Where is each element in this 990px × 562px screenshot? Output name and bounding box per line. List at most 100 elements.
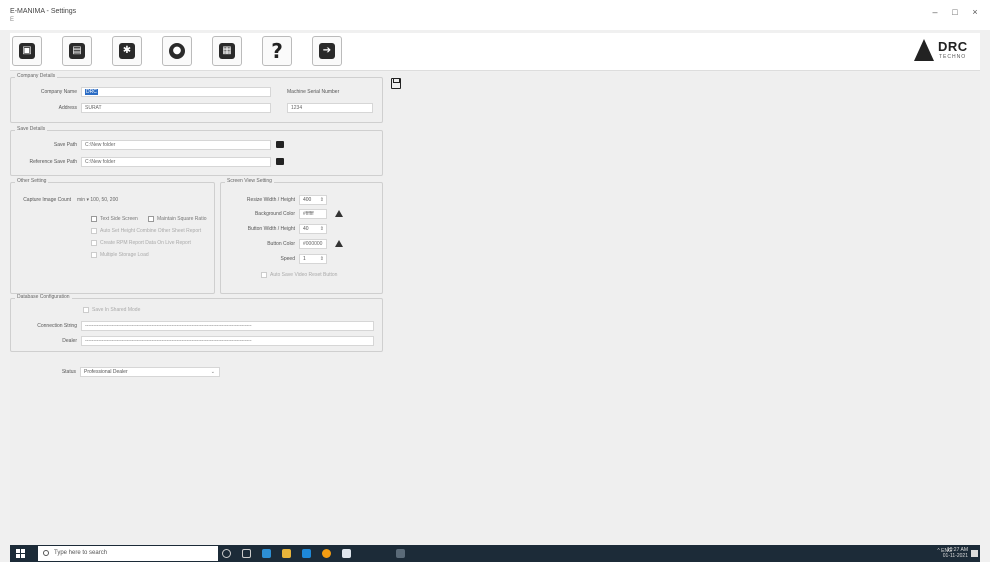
capture-image-count-field[interactable]: min ▾ 100, 50, 200	[73, 195, 153, 205]
shared-mode-label: Save In Shared Mode	[92, 307, 141, 313]
address-input[interactable]: SURAT	[81, 103, 271, 113]
exit-button[interactable]: ➔	[312, 36, 342, 66]
resize-width-height-spinner[interactable]: 400 ⇕	[299, 195, 327, 205]
auto-save-video-label: Auto Save Video Reset Button	[270, 272, 338, 278]
edge-icon[interactable]	[262, 549, 271, 558]
screen-view-setting-group: Screen View Setting Resize Width / Heigh…	[220, 178, 383, 294]
company-name-label: Company Name	[40, 89, 77, 95]
save-icon[interactable]	[391, 78, 401, 89]
database-configuration-legend: Database Configuration	[15, 294, 72, 300]
connection-string-input[interactable]: ----------------------------------------…	[81, 321, 374, 331]
reference-save-path-label: Reference Save Path	[29, 159, 77, 165]
checkbox-box	[83, 307, 89, 313]
maintain-square-ratio-label: Maintain Square Ratio	[157, 216, 207, 222]
clock-date: 01-11-2021	[942, 553, 968, 559]
checkbox-box	[148, 216, 154, 222]
cortana-icon[interactable]	[222, 549, 231, 558]
task-view-icon[interactable]	[242, 549, 251, 558]
company-details-legend: Company Details	[15, 73, 58, 79]
multiple-storage-load-checkbox[interactable]: Multiple Storage Load	[91, 252, 149, 258]
dealer-label: Dealer	[62, 338, 77, 344]
search-placeholder: Type here to search	[54, 550, 108, 556]
film-button[interactable]: ▤	[62, 36, 92, 66]
reference-path-folder-icon[interactable]	[276, 158, 284, 165]
settings-panel: Company Details Company Name DRC Address…	[10, 72, 980, 544]
store-icon[interactable]	[302, 549, 311, 558]
background-color-input[interactable]: #ffffff	[299, 209, 327, 219]
file-explorer-icon[interactable]	[282, 549, 291, 558]
help-button[interactable]: ?	[262, 36, 292, 66]
auto-save-video-checkbox[interactable]: Auto Save Video Reset Button	[261, 272, 337, 278]
auto-set-height-label: Auto Set Height Combine Other Sheet Repo…	[100, 228, 202, 234]
taskbar: Type here to search ^ ENG 10:27 AM 01-11-…	[10, 545, 980, 562]
spinner-arrows-icon[interactable]: ⇕	[320, 225, 324, 233]
button-color-input[interactable]: #000000	[299, 239, 327, 249]
company-details-group: Company Details Company Name DRC Address…	[10, 73, 383, 123]
windows-start-icon[interactable]	[16, 549, 25, 558]
background-color-picker-icon[interactable]	[335, 210, 343, 217]
save-path-folder-icon[interactable]	[276, 141, 284, 148]
toolbar: ▣ ▤ ✱ ● ▦ ? ➔ DRC TECHNO	[10, 33, 980, 71]
maintain-square-ratio-checkbox[interactable]: Maintain Square Ratio	[148, 216, 206, 222]
app-icon[interactable]	[342, 549, 351, 558]
dealer-input[interactable]: ----------------------------------------…	[81, 336, 374, 346]
company-name-input[interactable]: DRC	[81, 87, 271, 97]
active-app-icon[interactable]	[396, 549, 405, 558]
status-dropdown[interactable]: Professional Dealer ⌄	[80, 367, 220, 377]
status-value: Professional Dealer	[84, 369, 128, 375]
camera-icon: ▣	[19, 43, 35, 59]
save-path-label: Save Path	[53, 142, 77, 148]
spinner-arrows-icon[interactable]: ⇕	[320, 255, 324, 263]
film-icon: ▤	[69, 43, 85, 59]
user-button[interactable]: ●	[162, 36, 192, 66]
clipboard-button[interactable]: ▦	[212, 36, 242, 66]
close-button[interactable]: ×	[968, 7, 982, 17]
shared-mode-checkbox[interactable]: Save In Shared Mode	[83, 307, 140, 313]
save-details-group: Save Details Save Path C:\New folder Ref…	[10, 126, 383, 176]
clock[interactable]: 10:27 AM 01-11-2021	[943, 547, 968, 559]
logo-triangle-icon	[914, 39, 934, 61]
save-details-legend: Save Details	[15, 126, 48, 132]
notification-icon[interactable]	[971, 550, 978, 557]
reference-save-path-input[interactable]: C:\New folder	[81, 157, 271, 167]
checkbox-box	[91, 252, 97, 258]
auto-set-height-checkbox[interactable]: Auto Set Height Combine Other Sheet Repo…	[91, 228, 201, 234]
button-width-height-spinner[interactable]: 40 ⇕	[299, 224, 327, 234]
checkbox-box	[91, 216, 97, 222]
button-width-height-label: Button Width / Height	[247, 226, 295, 232]
button-size-value: 40	[303, 226, 309, 232]
text-side-screen-checkbox[interactable]: Text Side Screen	[91, 216, 138, 222]
taskbar-search[interactable]: Type here to search	[38, 546, 218, 561]
gear-icon: ✱	[119, 43, 135, 59]
camera-button[interactable]: ▣	[12, 36, 42, 66]
logo-subtext: TECHNO	[939, 54, 967, 60]
settings-button[interactable]: ✱	[112, 36, 142, 66]
text-side-screen-label: Text Side Screen	[100, 216, 138, 222]
database-configuration-group: Database Configuration Save In Shared Mo…	[10, 294, 383, 352]
create-rpm-report-checkbox[interactable]: Create RPM Report Data On Live Report	[91, 240, 191, 246]
connection-string-label: Connection String	[37, 323, 77, 329]
background-color-label: Background Color	[254, 211, 295, 217]
address-label: Address	[58, 105, 77, 111]
save-path-input[interactable]: C:\New folder	[81, 140, 271, 150]
speed-spinner[interactable]: 1 ⇕	[299, 254, 327, 264]
exit-icon: ➔	[319, 43, 335, 59]
maximize-button[interactable]: □	[948, 7, 962, 17]
search-icon	[43, 550, 49, 556]
user-icon: ●	[169, 43, 185, 59]
speed-label: Speed	[280, 256, 295, 262]
checkbox-box	[261, 272, 267, 278]
machine-serial-input[interactable]: 1234	[287, 103, 373, 113]
capture-image-count-label: Capture Image Count	[23, 197, 71, 203]
button-color-picker-icon[interactable]	[335, 240, 343, 247]
resize-value: 400	[303, 197, 312, 203]
machine-serial-label: Machine Serial Number	[287, 89, 340, 95]
screen-view-setting-legend: Screen View Setting	[225, 178, 274, 184]
resize-width-height-label: Resize Width / Height	[246, 197, 295, 203]
spinner-arrows-icon[interactable]: ⇕	[320, 196, 324, 204]
minimize-button[interactable]: –	[928, 7, 942, 17]
chrome-icon[interactable]	[322, 549, 331, 558]
company-logo: DRC TECHNO	[912, 37, 972, 65]
logo-text: DRC	[938, 39, 968, 54]
other-setting-legend: Other Setting	[15, 178, 49, 184]
